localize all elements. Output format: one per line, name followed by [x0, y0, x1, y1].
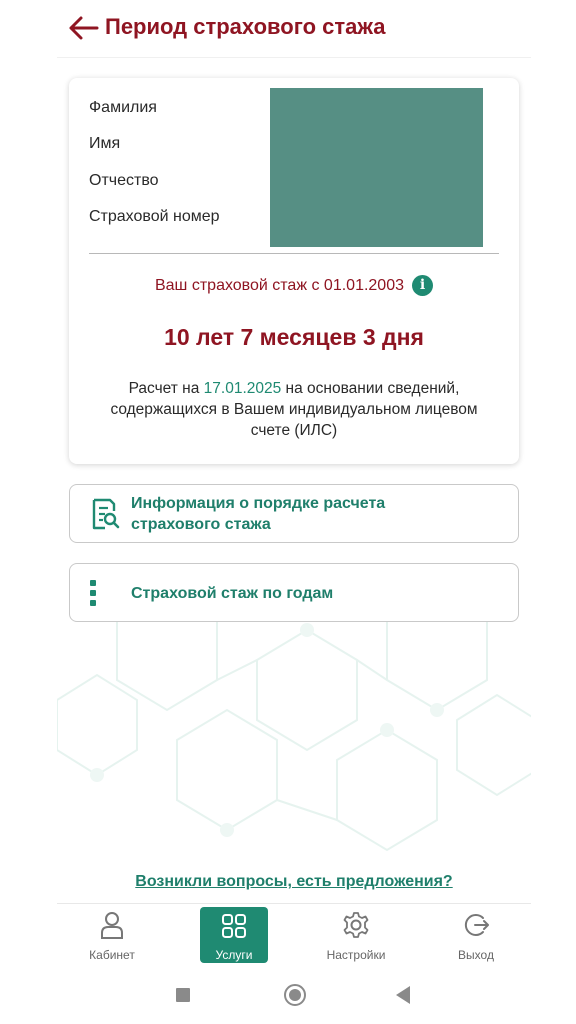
- home-icon[interactable]: [284, 984, 306, 1006]
- calculation-info-button[interactable]: Информация о порядке расчета страхового …: [69, 484, 519, 543]
- calculation-info-label-line1: Информация о порядке расчета: [131, 495, 386, 512]
- tab-settings[interactable]: Настройки: [311, 904, 401, 966]
- gear-icon: [343, 912, 369, 938]
- app-screen: Период страхового стажа Фамилия Имя Отче…: [57, 0, 531, 968]
- page-title: Период страхового стажа: [105, 14, 386, 39]
- note-prefix: Расчет на: [128, 380, 204, 397]
- tab-services[interactable]: Услуги: [200, 907, 268, 963]
- grid-icon: [222, 914, 246, 938]
- arrow-left-icon[interactable]: [67, 14, 99, 42]
- tab-logout-label: Выход: [458, 948, 494, 962]
- dots-vertical-icon: [90, 580, 98, 606]
- patronymic-label: Отчество: [89, 172, 159, 189]
- document-search-icon: [92, 498, 120, 530]
- tab-settings-label: Настройки: [326, 948, 386, 962]
- app-header: Период страхового стажа: [57, 0, 531, 58]
- stazh-by-years-label: Страховой стаж по годам: [131, 585, 334, 602]
- redacted-personal-data: [270, 88, 483, 247]
- stazh-by-years-button[interactable]: Страховой стаж по годам: [69, 563, 519, 622]
- logout-icon: [464, 914, 489, 936]
- card-divider: [89, 253, 499, 254]
- surname-label: Фамилия: [89, 99, 157, 116]
- stazh-since-text: Ваш страховой стаж с 01.01.2003: [154, 276, 404, 294]
- first-name-label: Имя: [89, 135, 121, 152]
- tab-cabinet[interactable]: Кабинет: [67, 904, 157, 966]
- calculation-date: 17.01.2025: [203, 380, 282, 397]
- tab-services-label: Услуги: [215, 948, 253, 962]
- bottom-tab-bar: Кабинет Услуги Настройки Выход: [57, 903, 531, 965]
- insurance-period-card: Фамилия Имя Отчество Страховой номер Ваш…: [69, 78, 519, 464]
- person-icon: [101, 912, 123, 939]
- back-triangle-icon[interactable]: [396, 986, 410, 1004]
- insurance-number-label: Страховой номер: [89, 208, 220, 225]
- stazh-since-row: Ваш страховой стаж с 01.01.2003 i: [69, 275, 519, 296]
- calculation-note: Расчет на 17.01.2025 на основании сведен…: [89, 378, 499, 441]
- feedback-link[interactable]: Возникли вопросы, есть предложения?: [57, 873, 531, 891]
- calculation-info-label-line2: страхового стажа: [131, 516, 271, 533]
- calculation-info-label: Информация о порядке расчета страхового …: [131, 493, 385, 535]
- stazh-duration: 10 лет 7 месяцев 3 дня: [164, 324, 424, 350]
- info-icon[interactable]: i: [412, 275, 433, 296]
- recent-apps-icon[interactable]: [176, 988, 190, 1002]
- tab-logout[interactable]: Выход: [431, 904, 521, 966]
- tab-cabinet-label: Кабинет: [89, 948, 135, 962]
